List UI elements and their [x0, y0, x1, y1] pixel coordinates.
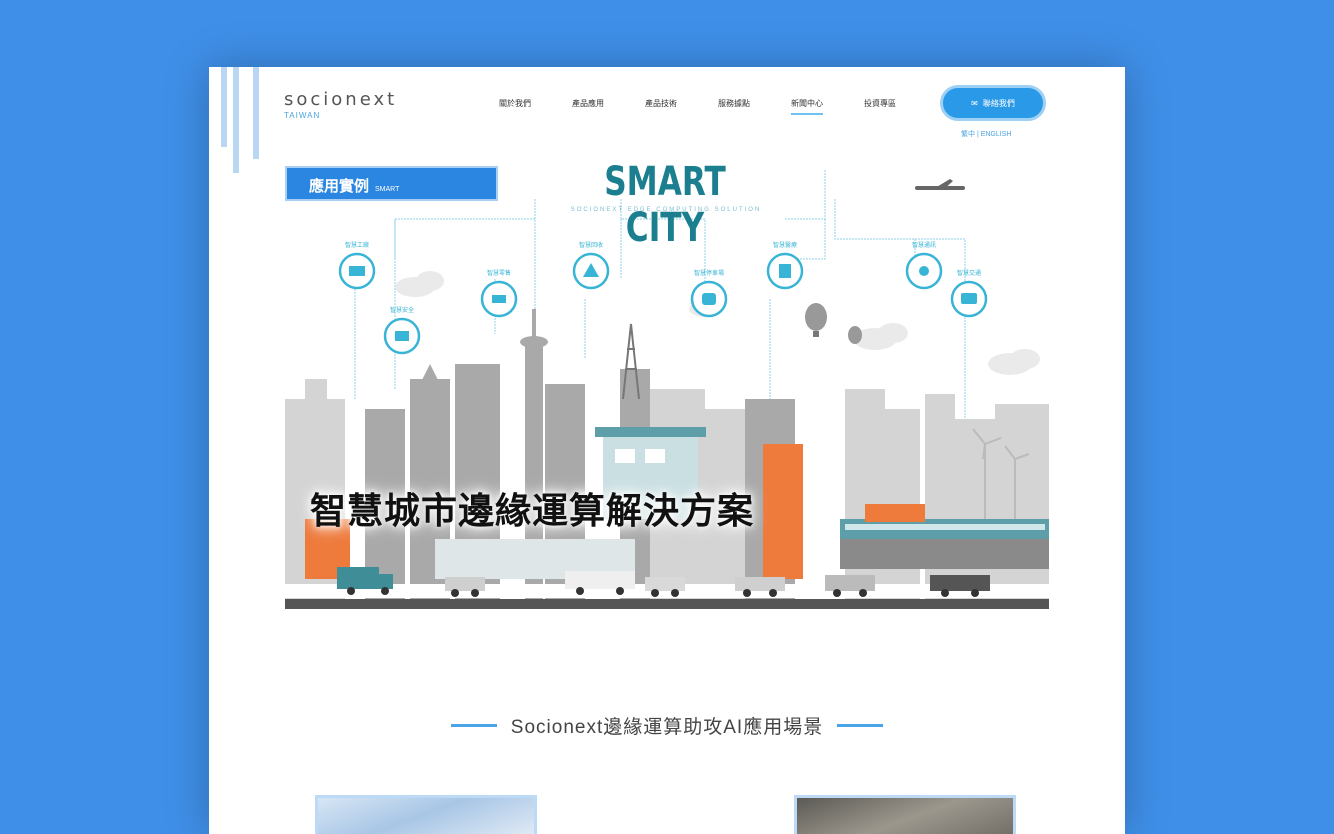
browser-page: socionext TAIWAN 關於我們 產品應用 產品技術 服務據點 新聞中…	[209, 67, 1125, 834]
icon-label: 智慧醫療	[773, 241, 797, 249]
car-icon	[825, 575, 875, 591]
logo-text: socionext	[284, 89, 398, 110]
car-icon	[645, 577, 685, 591]
car-icon	[735, 577, 785, 591]
nav-item-products[interactable]: 產品應用	[572, 98, 645, 114]
section-title: Socionext邊緣運算助攻AI應用場景	[510, 717, 824, 738]
hero-banner: 智慧工廠 智慧安全 智慧零售 智慧回收 智慧停車場 智慧醫療 智慧通訊 智慧交通	[285, 159, 1049, 614]
scenario-thumbnail[interactable]	[315, 795, 537, 834]
heading-divider	[450, 724, 497, 727]
hero-headline: 智慧城市邊緣運算解決方案	[310, 491, 755, 532]
truck-icon	[337, 567, 379, 589]
car-icon	[445, 577, 485, 591]
decorative-bar	[233, 67, 239, 173]
contact-button[interactable]: ✉ 聯絡我們	[940, 85, 1046, 121]
nav-item-news[interactable]: 新聞中心	[791, 98, 864, 115]
decorative-bar	[221, 67, 227, 147]
icon-label: 智慧工廠	[345, 241, 369, 249]
scenario-thumbnail[interactable]	[794, 795, 1016, 834]
icon-label: 智慧交通	[957, 269, 981, 277]
plane-icon	[915, 179, 965, 190]
decorative-bar	[253, 67, 259, 159]
category-badge: 應用實例 SMART	[285, 166, 498, 201]
nav-item-investors[interactable]: 投資專區	[864, 98, 937, 114]
logo-subtext: TAIWAN	[284, 111, 321, 120]
nav-item-about[interactable]: 關於我們	[499, 98, 572, 114]
icon-label: 智慧安全	[390, 306, 414, 314]
language-link[interactable]: 繁中 | ENGLISH	[961, 129, 1011, 139]
hero-subtitle: SOCIONEXT EDGE COMPUTING SOLUTION	[570, 207, 762, 213]
main-nav: 關於我們 產品應用 產品技術 服務據點 新聞中心 投資專區	[499, 98, 937, 115]
hero-title: SMART CITY	[604, 159, 726, 251]
section-heading: Socionext邊緣運算助攻AI應用場景	[209, 712, 1125, 739]
site-logo[interactable]: socionext TAIWAN	[284, 89, 397, 120]
nav-item-locations[interactable]: 服務據點	[718, 98, 791, 114]
bus-vehicle-icon	[565, 571, 635, 589]
heading-divider	[837, 724, 884, 727]
icon-label: 智慧零售	[487, 269, 511, 277]
icon-label: 智慧通訊	[912, 241, 936, 249]
nav-item-technology[interactable]: 產品技術	[645, 98, 718, 114]
icon-label: 智慧停車場	[694, 269, 724, 277]
car-icon	[930, 575, 990, 591]
mail-icon: ✉	[971, 98, 978, 108]
